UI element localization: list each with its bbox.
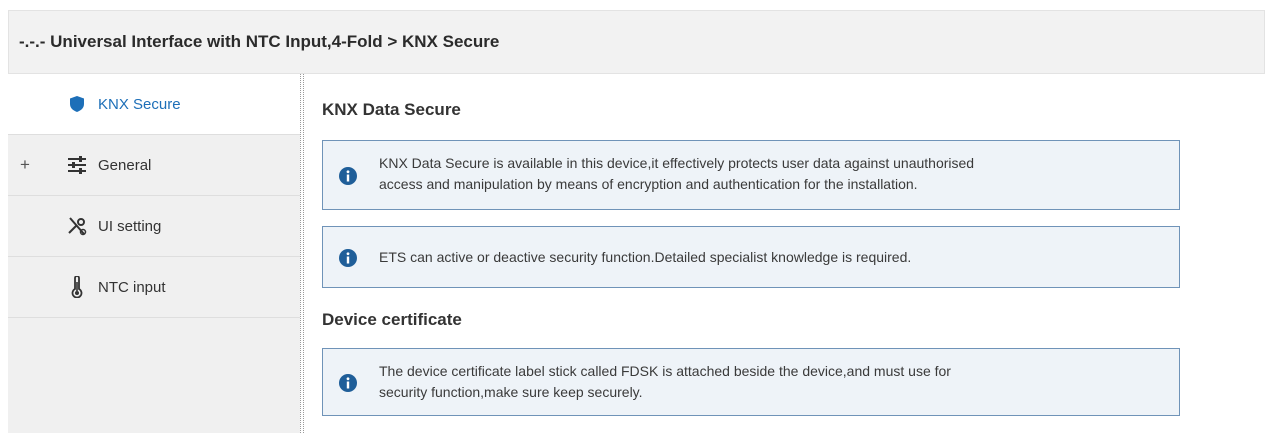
info-box-ets-security: ETS can active or deactive security func… (322, 226, 1180, 288)
info-line: The device certificate label stick calle… (379, 363, 951, 379)
thermometer-icon (66, 276, 88, 298)
info-icon (339, 167, 357, 185)
sidebar-item-label: UI setting (98, 217, 162, 235)
info-line: ETS can active or deactive security func… (379, 249, 912, 265)
sidebar: KNX Secure + General UI setting NTC inpu… (8, 74, 300, 433)
section-title-knx-data-secure: KNX Data Secure (322, 100, 461, 119)
info-box-data-secure: KNX Data Secure is available in this dev… (322, 140, 1180, 210)
sidebar-item-general[interactable]: + General (8, 135, 300, 196)
sliders-icon (66, 154, 88, 176)
sidebar-item-label: General (98, 156, 152, 174)
info-text: KNX Data Secure is available in this dev… (379, 153, 1167, 195)
info-text: ETS can active or deactive security func… (379, 247, 1167, 268)
tools-icon (66, 215, 88, 237)
page-header: -.-.- Universal Interface with NTC Input… (8, 10, 1265, 74)
info-line: access and manipulation by means of encr… (379, 176, 918, 192)
info-line: KNX Data Secure is available in this dev… (379, 155, 975, 171)
sidebar-item-label: NTC input (98, 278, 166, 296)
sidebar-item-ui-setting[interactable]: UI setting (8, 196, 300, 257)
info-box-device-certificate: The device certificate label stick calle… (322, 348, 1180, 416)
info-icon (339, 374, 357, 392)
shield-icon (66, 93, 88, 115)
page-title: -.-.- Universal Interface with NTC Input… (19, 32, 500, 51)
info-text: The device certificate label stick calle… (379, 361, 1167, 403)
sidebar-item-ntc-input[interactable]: NTC input (8, 257, 300, 318)
info-line: security function,make sure keep securel… (379, 384, 643, 400)
section-title-device-certificate: Device certificate (322, 310, 462, 329)
sidebar-item-knx-secure[interactable]: KNX Secure (8, 74, 300, 135)
content-area: KNX Secure + General UI setting NTC inpu… (8, 74, 1265, 433)
main-panel: KNX Data Secure KNX Data Secure is avail… (304, 74, 1265, 433)
info-icon (339, 249, 357, 267)
expand-icon[interactable]: + (20, 155, 30, 175)
sidebar-item-label: KNX Secure (98, 95, 181, 113)
